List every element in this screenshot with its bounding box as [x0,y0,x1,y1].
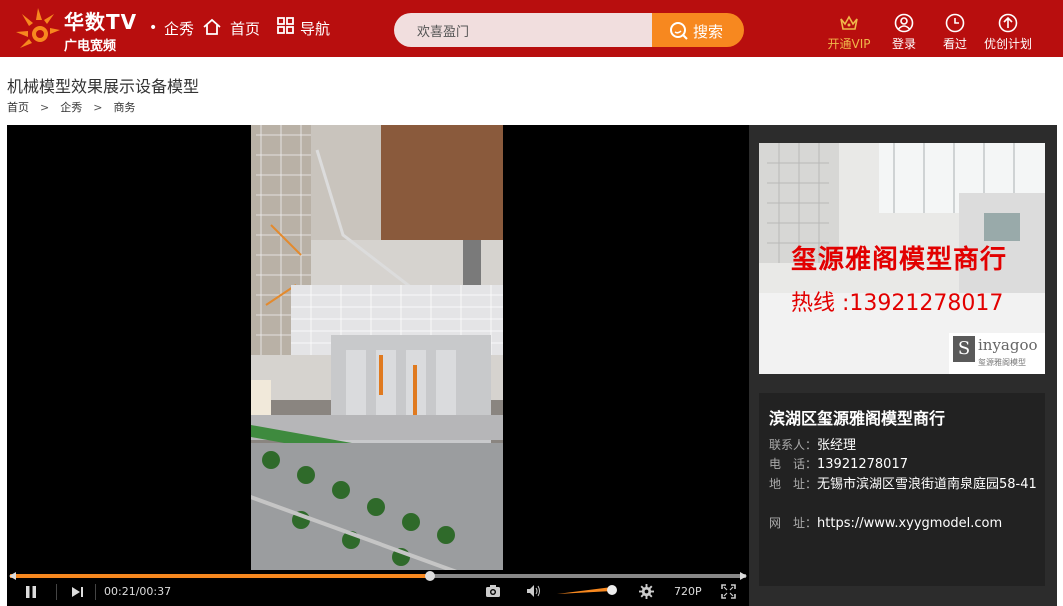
crown-icon [840,15,858,30]
dot-icon: • [149,20,158,36]
page-title: 机械模型效果展示设备模型 [7,77,200,96]
breadcrumb-item-business[interactable]: 商务 [113,99,135,115]
logo-subtitle: 广电宽频 [64,39,117,54]
history-label: 看过 [942,37,967,51]
breadcrumb-item-qixiu[interactable]: 企秀 [60,99,82,115]
nav-item-qixiu[interactable]: 企秀 [164,18,194,39]
player-controls: 00:21/00:37 720P [7,570,749,606]
search-button[interactable]: 搜索 [652,13,744,47]
user-icon [894,13,914,33]
ad-brand-subtitle: 玺源雅阁模型 [978,358,1026,367]
nav-item-home[interactable]: 首页 [230,18,260,39]
ad-hotline: 热线 :13921278017 [791,291,1004,316]
volume-icon[interactable] [527,585,541,597]
contact-row: 联系人：张经理 [769,436,1041,455]
contact-value: 张经理 [817,438,857,453]
breadcrumb-item-home[interactable]: 首页 [7,99,29,115]
camera-icon[interactable] [485,584,501,598]
address-row: 地 址：无锡市滨湖区雪浪街道南泉庭园58-41 [769,475,1041,494]
creator-plan-link[interactable]: 优创计划 [978,13,1038,52]
search-icon [670,22,688,40]
history-link[interactable]: 看过 [925,13,985,52]
upload-icon [998,13,1018,33]
login-label: 登录 [891,37,916,51]
ad-banner[interactable]: 玺源雅阁模型商行 热线 :13921278017 S inyagoo 玺源雅阁模… [759,143,1045,374]
divider [95,584,96,600]
progress-start-arrow-icon [9,572,16,580]
progress-end-arrow-icon [740,572,747,580]
search-button-label: 搜索 [693,23,724,41]
address-label: 地 址： [769,477,818,491]
breadcrumb-separator: > [40,101,50,114]
clock-icon [945,13,965,33]
phone-label: 电 话： [769,457,818,471]
nav-item-guide[interactable]: 导航 [300,18,330,39]
ad-headline: 玺源雅阁模型商行 [791,245,1008,275]
address-value: 无锡市滨湖区雪浪街道南泉庭园58-41 [817,477,1037,492]
breadcrumb-separator: > [93,101,103,114]
phone-row: 电 话：13921278017 [769,455,1041,474]
ad-brand-name: inyagoo [978,336,1038,354]
logo-title[interactable]: 华数TV [64,6,137,35]
s-logo-icon: S [953,336,975,362]
huashu-logo-icon[interactable] [14,6,62,54]
divider [56,584,57,600]
video-player[interactable]: 00:21/00:37 720P [7,125,749,606]
vip-link[interactable]: 开通VIP [819,13,879,52]
website-label: 网 址： [769,516,818,530]
pause-icon[interactable] [24,585,38,599]
search-input[interactable] [394,13,652,47]
vip-label: 开通VIP [827,37,871,51]
grid-icon[interactable] [277,17,295,35]
contact-label: 联系人： [769,438,818,452]
website-link[interactable]: https://www.xyygmodel.com [817,516,1002,531]
home-icon[interactable] [202,17,222,37]
website-row: 网 址：https://www.xyygmodel.com [769,514,1041,533]
breadcrumb: 首页 > 企秀 > 商务 [7,99,135,115]
creator-plan-label: 优创计划 [983,37,1032,51]
side-panel: 玺源雅阁模型商行 热线 :13921278017 S inyagoo 玺源雅阁模… [749,125,1057,606]
top-bar: 华数TV 广电宽频 • 企秀 首页 导航 搜索 开通VIP [0,0,1063,57]
next-icon[interactable] [72,587,84,597]
volume-slider[interactable] [555,584,621,596]
company-info-card: 滨湖区玺源雅阁模型商行 联系人：张经理 电 话：13921278017 地 址：… [759,393,1045,586]
search-box: 搜索 [394,13,744,47]
progress-knob[interactable] [425,571,435,581]
time-display: 00:21/00:37 [104,585,172,598]
progress-fill [10,574,430,578]
phone-value: 13921278017 [817,457,908,472]
settings-gear-icon[interactable] [639,584,654,599]
company-name: 滨湖区玺源雅阁模型商行 [769,409,946,428]
fullscreen-icon[interactable] [721,584,736,599]
video-frame[interactable] [251,125,503,570]
quality-selector[interactable]: 720P [674,585,702,598]
ad-brand-logo: S inyagoo 玺源雅阁模型 [953,336,1041,370]
